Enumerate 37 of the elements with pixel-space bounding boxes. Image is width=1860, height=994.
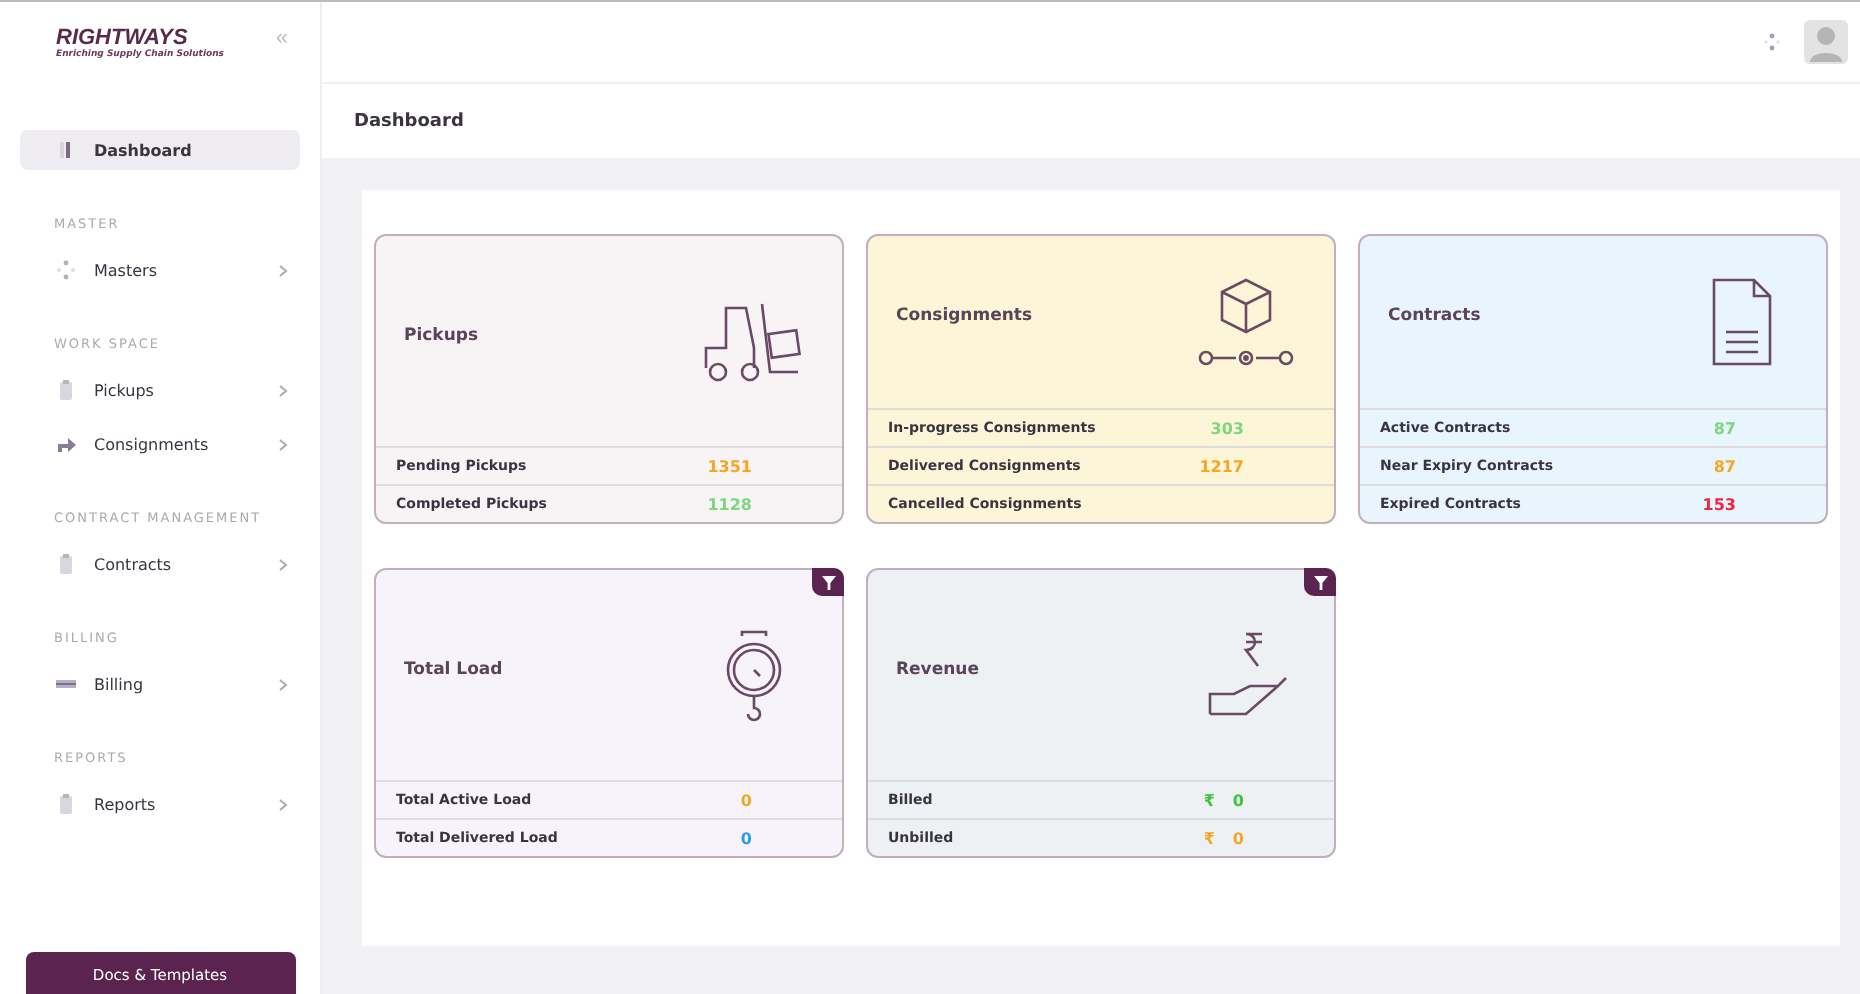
dots-icon[interactable] bbox=[1764, 32, 1780, 52]
card-title: Consignments bbox=[896, 306, 1033, 326]
stat-value: 87 bbox=[1713, 419, 1736, 437]
card-title: Total Load bbox=[404, 659, 503, 679]
currency-sign: ₹ bbox=[1203, 791, 1215, 809]
filter-button[interactable] bbox=[812, 568, 844, 596]
stat-value: 1128 bbox=[707, 495, 752, 513]
currency-sign: ₹ bbox=[1203, 829, 1215, 847]
page-title: Dashboard bbox=[322, 82, 1860, 158]
card-title: Revenue bbox=[896, 659, 979, 679]
nav-item[interactable]: Dashboard bbox=[20, 130, 300, 170]
nav-item[interactable]: Pickups bbox=[20, 370, 300, 410]
clipboard-icon bbox=[54, 792, 78, 816]
stat-value: 0 bbox=[740, 791, 752, 809]
logo-name: RIGHTWAYS bbox=[56, 26, 188, 50]
nav-item[interactable]: Masters bbox=[20, 250, 300, 290]
filter-icon bbox=[1313, 575, 1327, 589]
dots-icon bbox=[54, 258, 78, 282]
share-icon bbox=[54, 432, 78, 456]
stat-value: 0 bbox=[1232, 829, 1244, 847]
nav-item[interactable]: Contracts bbox=[20, 544, 300, 584]
nav-item[interactable]: Billing bbox=[20, 664, 300, 704]
stat-value: 1351 bbox=[707, 457, 752, 475]
card-title: Contracts bbox=[1388, 306, 1481, 326]
stat-value: 0 bbox=[740, 829, 752, 847]
stat-value: 87 bbox=[1713, 457, 1736, 475]
stat-value: 303 bbox=[1210, 419, 1244, 437]
stat-value: 153 bbox=[1702, 495, 1736, 513]
stat-value: 1217 bbox=[1199, 457, 1244, 475]
filter-button[interactable] bbox=[1304, 568, 1336, 596]
nav-item[interactable]: Consignments bbox=[20, 424, 300, 464]
filter-icon bbox=[821, 575, 835, 589]
stat-value: 0 bbox=[1232, 791, 1244, 809]
clipboard-icon bbox=[54, 378, 78, 402]
nav-item[interactable]: Reports bbox=[20, 784, 300, 824]
clipboard-icon bbox=[54, 552, 78, 576]
card-title: Pickups bbox=[404, 325, 479, 345]
